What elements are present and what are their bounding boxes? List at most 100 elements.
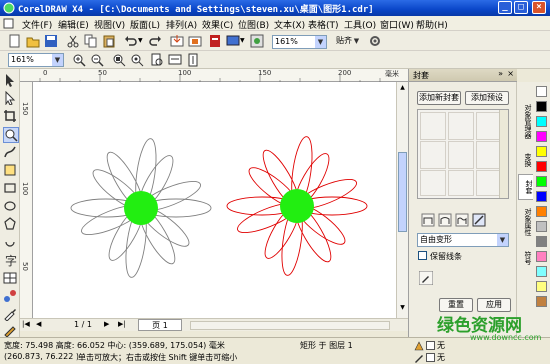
keep-lines-checkbox[interactable]: [418, 251, 427, 260]
menu-tools[interactable]: 工具(O): [344, 18, 376, 31]
color-swatch[interactable]: [536, 131, 547, 142]
rectangle-tool-icon[interactable]: [3, 181, 17, 195]
polygon-tool-icon[interactable]: [3, 217, 17, 231]
green-circle-left[interactable]: [124, 191, 158, 225]
color-swatch[interactable]: [536, 281, 547, 292]
previous-page-icon[interactable]: ◀: [36, 320, 41, 328]
reset-button[interactable]: 重置: [439, 298, 473, 312]
menu-view[interactable]: 视图(V): [94, 18, 125, 31]
table-tool-icon[interactable]: [3, 271, 17, 285]
crop-tool-icon[interactable]: [3, 109, 17, 123]
outline-tool-icon[interactable]: [3, 323, 17, 337]
color-swatch[interactable]: [536, 191, 547, 202]
color-swatch[interactable]: [536, 266, 547, 277]
shape-tool-icon[interactable]: [3, 91, 17, 105]
color-swatch[interactable]: [536, 236, 547, 247]
straight-line-mode-icon[interactable]: [421, 213, 435, 227]
freehand-tool-icon[interactable]: [3, 145, 17, 159]
tab-symbols[interactable]: 符号: [518, 246, 533, 270]
new-document-icon[interactable]: [8, 34, 22, 48]
eyedropper-tool-icon[interactable]: [3, 307, 17, 321]
unconstrained-mode-icon[interactable]: [472, 213, 486, 227]
scroll-down-icon[interactable]: ▼: [398, 304, 407, 313]
menu-layout[interactable]: 版面(L): [130, 18, 160, 31]
zoom-level-select[interactable]: 161% ▼: [272, 35, 327, 49]
zoom-to-selected-icon[interactable]: [112, 53, 126, 67]
tab-transform[interactable]: 变换: [518, 148, 533, 172]
application-launcher-icon[interactable]: [226, 34, 240, 48]
zoom-out-icon[interactable]: [90, 53, 104, 67]
redo-icon[interactable]: [148, 34, 162, 48]
zoom-level-input[interactable]: 161% ▼: [8, 53, 64, 67]
welcome-screen-icon[interactable]: [250, 34, 264, 48]
zoom-to-page-height-icon[interactable]: [186, 53, 200, 67]
vertical-scrollbar[interactable]: ▲ ▼: [396, 82, 408, 318]
color-swatch[interactable]: [536, 161, 547, 172]
interactive-blend-tool-icon[interactable]: [3, 289, 17, 303]
export-icon[interactable]: [188, 34, 202, 48]
envelope-preview-grid[interactable]: [417, 109, 509, 199]
ellipse-tool-icon[interactable]: [3, 199, 17, 213]
double-arc-mode-icon[interactable]: [455, 213, 469, 227]
menu-file[interactable]: 文件(F): [22, 18, 52, 31]
preview-scrollbar[interactable]: [499, 110, 508, 198]
smart-fill-tool-icon[interactable]: [3, 163, 17, 177]
paste-icon[interactable]: [102, 34, 116, 48]
undo-dropdown-icon[interactable]: ▼: [138, 37, 143, 44]
menu-effects[interactable]: 效果(C): [202, 18, 233, 31]
zoom-to-page-icon[interactable]: [150, 53, 164, 67]
tab-object-properties[interactable]: 对象属性: [518, 200, 533, 244]
color-swatch[interactable]: [536, 221, 547, 232]
last-page-icon[interactable]: ▶|: [118, 320, 126, 328]
eyedropper-icon[interactable]: [419, 271, 433, 285]
color-swatch[interactable]: [536, 176, 547, 187]
docker-close-icon[interactable]: ×: [507, 69, 514, 78]
publish-pdf-icon[interactable]: [208, 34, 222, 48]
color-swatch[interactable]: [536, 101, 547, 112]
next-page-icon[interactable]: ▶: [104, 320, 109, 328]
zoom-tool-icon[interactable]: [3, 127, 19, 143]
color-swatch[interactable]: [536, 251, 547, 262]
color-swatch[interactable]: [536, 116, 547, 127]
open-folder-icon[interactable]: [26, 34, 40, 48]
menu-help[interactable]: 帮助(H): [416, 18, 448, 31]
options-icon[interactable]: [368, 34, 382, 48]
single-arc-mode-icon[interactable]: [438, 213, 452, 227]
zoom-to-all-objects-icon[interactable]: [130, 53, 144, 67]
add-new-envelope-button[interactable]: 添加新封套: [417, 91, 461, 105]
snap-to-dropdown[interactable]: 贴齐 ▼: [334, 35, 362, 49]
add-preset-button[interactable]: 添加预设: [465, 91, 509, 105]
menu-text[interactable]: 文本(X): [274, 18, 305, 31]
menu-window[interactable]: 窗口(W): [380, 18, 414, 31]
color-swatch[interactable]: [536, 206, 547, 217]
cut-icon[interactable]: [66, 34, 80, 48]
copy-icon[interactable]: [84, 34, 98, 48]
horizontal-scrollbar[interactable]: [190, 321, 390, 330]
scroll-up-icon[interactable]: ▲: [398, 84, 407, 93]
maximize-button[interactable]: □: [514, 1, 528, 14]
page-tab[interactable]: 页 1: [138, 319, 182, 331]
zoom-to-page-width-icon[interactable]: [168, 53, 182, 67]
save-icon[interactable]: [44, 34, 58, 48]
scroll-thumb[interactable]: [398, 152, 407, 232]
tab-object-manager[interactable]: 对象管理器: [518, 96, 533, 146]
drawing-canvas[interactable]: [33, 82, 396, 318]
launcher-dropdown-icon[interactable]: ▼: [240, 37, 245, 44]
apply-button[interactable]: 应用: [477, 298, 511, 312]
menu-bitmaps[interactable]: 位图(B): [238, 18, 269, 31]
green-circle-right[interactable]: [280, 189, 314, 223]
color-swatch[interactable]: [536, 146, 547, 157]
close-button[interactable]: ×: [532, 1, 546, 14]
undo-icon[interactable]: [124, 34, 138, 48]
menu-table[interactable]: 表格(T): [308, 18, 339, 31]
import-icon[interactable]: [170, 34, 184, 48]
text-tool-icon[interactable]: 字: [3, 253, 17, 267]
minimize-button[interactable]: _: [498, 1, 512, 14]
zoom-in-icon[interactable]: [72, 53, 86, 67]
color-swatch[interactable]: [536, 296, 547, 307]
menu-arrange[interactable]: 排列(A): [166, 18, 197, 31]
color-swatch[interactable]: [536, 86, 547, 97]
menu-edit[interactable]: 编辑(E): [58, 18, 89, 31]
pick-tool-icon[interactable]: [3, 73, 17, 87]
docker-pin-icon[interactable]: »: [498, 69, 503, 78]
